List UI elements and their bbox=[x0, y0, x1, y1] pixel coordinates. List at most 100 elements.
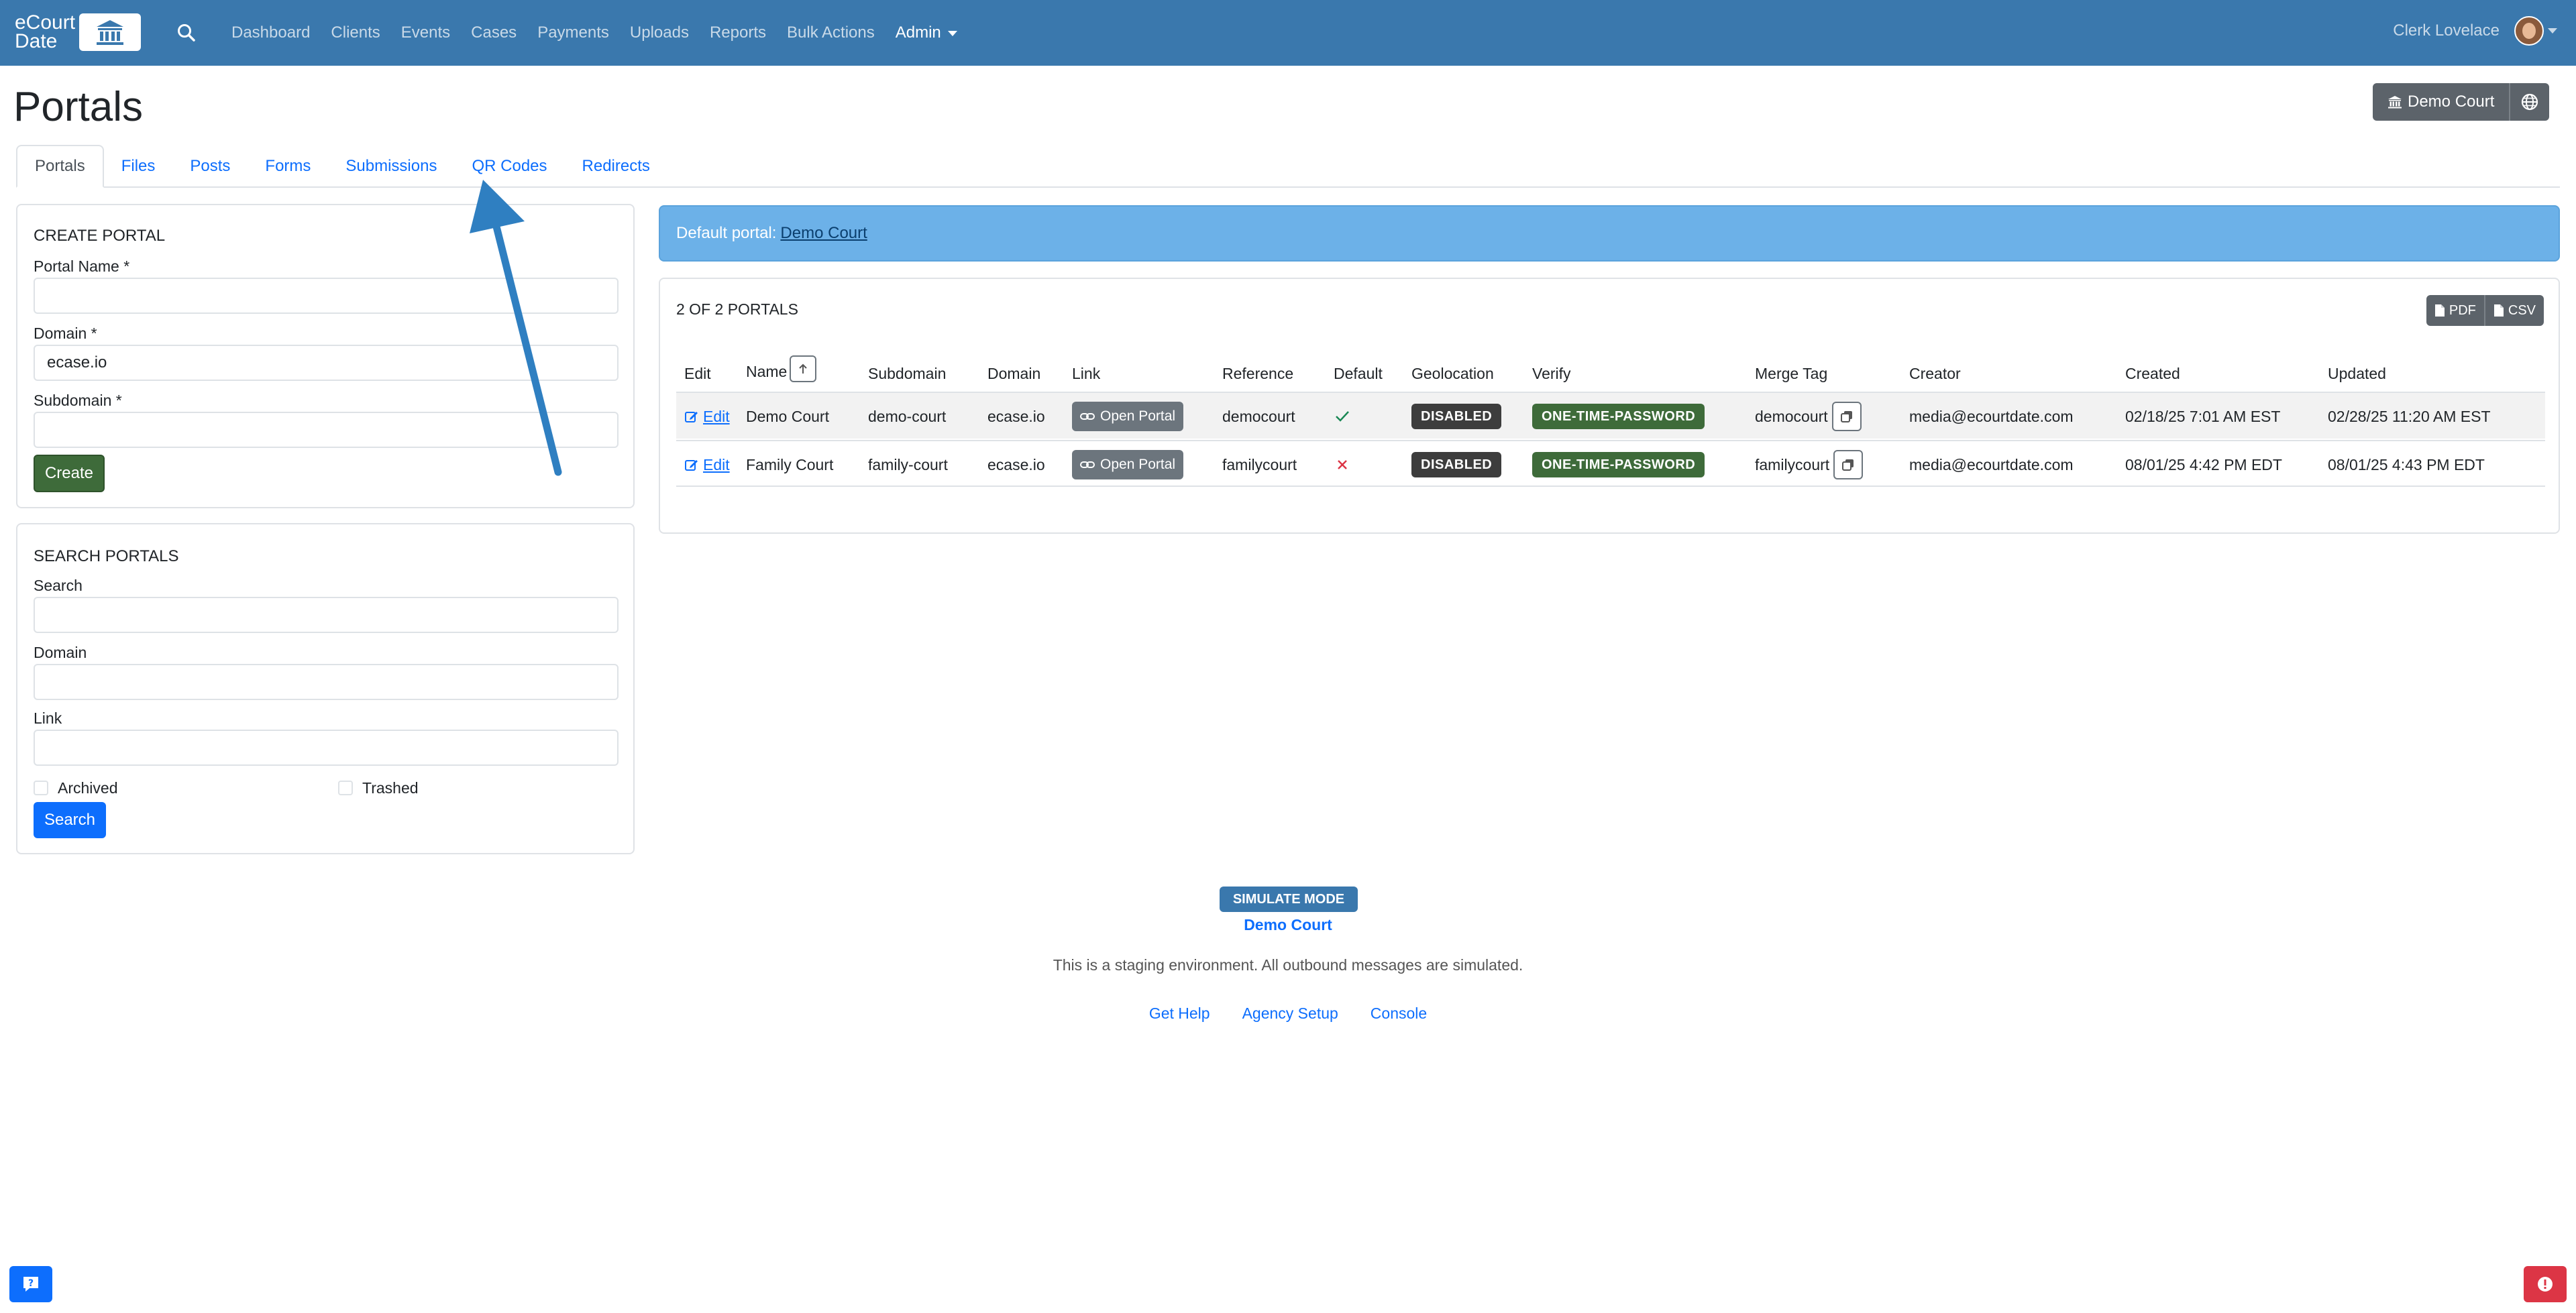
header-subdomain: Subdomain bbox=[868, 365, 947, 382]
subdomain-label: Subdomain * bbox=[34, 392, 122, 409]
header-domain: Domain bbox=[987, 365, 1041, 382]
table-row: Edit Demo Court demo-court ecase.io Open… bbox=[676, 392, 2545, 439]
trashed-checkbox[interactable] bbox=[338, 781, 353, 795]
nav-clients[interactable]: Clients bbox=[331, 23, 380, 42]
create-button[interactable]: Create bbox=[34, 455, 105, 492]
search-portals-title: SEARCH PORTALS bbox=[34, 547, 179, 565]
avatar-face bbox=[2522, 23, 2536, 39]
cell-merge-tag: familycourt bbox=[1755, 441, 1864, 488]
user-menu[interactable]: Clerk Lovelace bbox=[2393, 16, 2557, 46]
svg-text:?: ? bbox=[28, 1278, 34, 1289]
search-input[interactable] bbox=[34, 597, 619, 633]
header-verify: Verify bbox=[1532, 365, 1571, 382]
pdf-export-button[interactable]: PDF bbox=[2426, 295, 2485, 326]
file-csv-icon bbox=[2493, 304, 2504, 317]
header-name-label: Name bbox=[746, 363, 788, 381]
edit-label: Edit bbox=[703, 407, 730, 425]
cell-link: Open Portal bbox=[1072, 393, 1184, 440]
pdf-label: PDF bbox=[2449, 302, 2476, 318]
csv-label: CSV bbox=[2508, 302, 2536, 318]
csv-export-button[interactable]: CSV bbox=[2485, 295, 2544, 326]
nav-links: Dashboard Clients Events Cases Payments … bbox=[231, 0, 978, 66]
domain-label: Domain * bbox=[34, 325, 97, 342]
header-geolocation: Geolocation bbox=[1411, 365, 1494, 382]
brand-logo[interactable]: eCourt Date bbox=[15, 13, 141, 52]
portals-table-card: 2 OF 2 PORTALS PDF CSV Edit Name Subdoma… bbox=[659, 278, 2560, 534]
courthouse-icon bbox=[79, 13, 141, 51]
open-portal-label: Open Portal bbox=[1100, 408, 1176, 424]
create-portal-title: CREATE PORTAL bbox=[34, 227, 166, 245]
nav-cases[interactable]: Cases bbox=[471, 23, 517, 42]
create-portal-card: CREATE PORTAL Portal Name * Domain * eca… bbox=[16, 204, 635, 508]
open-portal-button[interactable]: Open Portal bbox=[1072, 450, 1184, 479]
simulate-mode-badge: SIMULATE MODE bbox=[1220, 887, 1358, 912]
cell-domain: ecase.io bbox=[987, 455, 1045, 473]
nav-dashboard[interactable]: Dashboard bbox=[231, 23, 310, 42]
top-navbar: eCourt Date Dashboard Clients Events Cas… bbox=[0, 0, 2576, 66]
chevron-down-icon bbox=[947, 30, 957, 36]
copy-icon[interactable] bbox=[1833, 450, 1864, 479]
link-input[interactable] bbox=[34, 730, 619, 766]
brand-text: eCourt Date bbox=[15, 13, 79, 52]
edit-label: Edit bbox=[703, 455, 730, 473]
footer-link-get-help[interactable]: Get Help bbox=[1149, 1005, 1210, 1023]
courthouse-icon bbox=[2388, 96, 2402, 109]
domain-input[interactable]: ecase.io bbox=[34, 345, 619, 381]
search-icon[interactable] bbox=[176, 22, 197, 44]
cell-creator: media@ecourtdate.com bbox=[1909, 455, 2074, 473]
nav-payments[interactable]: Payments bbox=[537, 23, 609, 42]
portal-name-input[interactable] bbox=[34, 278, 619, 314]
search-domain-input[interactable] bbox=[34, 664, 619, 700]
subdomain-input[interactable] bbox=[34, 412, 619, 448]
header-name: Name bbox=[746, 355, 817, 386]
open-portal-label: Open Portal bbox=[1100, 457, 1176, 472]
header-created: Created bbox=[2125, 365, 2180, 382]
verify-badge: ONE-TIME-PASSWORD bbox=[1532, 452, 1705, 477]
edit-link[interactable]: Edit bbox=[684, 393, 730, 440]
cell-merge-tag: democourt bbox=[1755, 393, 1862, 440]
footer-link-agency-setup[interactable]: Agency Setup bbox=[1242, 1005, 1338, 1023]
search-domain-label: Domain bbox=[34, 644, 87, 661]
court-button[interactable]: Demo Court bbox=[2373, 83, 2510, 121]
sort-arrow-up-icon[interactable] bbox=[790, 355, 817, 382]
merge-tag-value: familycourt bbox=[1755, 455, 1830, 473]
tab-redirects[interactable]: Redirects bbox=[565, 145, 667, 188]
tab-submissions[interactable]: Submissions bbox=[328, 145, 454, 188]
header-creator: Creator bbox=[1909, 365, 1961, 382]
footer-link-console[interactable]: Console bbox=[1371, 1005, 1427, 1023]
cell-name: Family Court bbox=[746, 455, 834, 473]
tab-forms[interactable]: Forms bbox=[248, 145, 328, 188]
alert-circle-icon[interactable] bbox=[2524, 1266, 2567, 1302]
default-portal-link[interactable]: Demo Court bbox=[780, 224, 867, 243]
cell-geolocation: DISABLED bbox=[1411, 393, 1502, 440]
link-label: Link bbox=[34, 709, 62, 727]
globe-icon[interactable] bbox=[2509, 83, 2550, 121]
footer-links: Get Help Agency Setup Console bbox=[0, 1005, 2576, 1023]
footer-court[interactable]: Demo Court bbox=[0, 916, 2576, 934]
copy-icon[interactable] bbox=[1831, 402, 1862, 431]
cell-created: 02/18/25 7:01 AM EST bbox=[2125, 407, 2281, 425]
archived-checkbox[interactable] bbox=[34, 781, 48, 795]
page-title: Portals bbox=[13, 84, 143, 130]
nav-admin-dropdown[interactable]: Admin bbox=[896, 23, 957, 42]
open-portal-button[interactable]: Open Portal bbox=[1072, 402, 1184, 431]
nav-reports[interactable]: Reports bbox=[710, 23, 766, 42]
nav-bulk-actions[interactable]: Bulk Actions bbox=[787, 23, 875, 42]
header-reference: Reference bbox=[1222, 365, 1294, 382]
nav-uploads[interactable]: Uploads bbox=[630, 23, 689, 42]
avatar bbox=[2514, 16, 2544, 46]
nav-events[interactable]: Events bbox=[401, 23, 450, 42]
cell-subdomain: family-court bbox=[868, 455, 948, 473]
user-name: Clerk Lovelace bbox=[2393, 21, 2500, 40]
tab-qr-codes[interactable]: QR Codes bbox=[454, 145, 564, 188]
help-chat-icon[interactable]: ? bbox=[9, 1266, 52, 1302]
archived-label: Archived bbox=[58, 779, 118, 797]
tab-portals[interactable]: Portals bbox=[16, 145, 104, 188]
edit-link[interactable]: Edit bbox=[684, 441, 730, 488]
tab-posts[interactable]: Posts bbox=[172, 145, 248, 188]
chevron-down-icon bbox=[2548, 28, 2557, 34]
tab-files[interactable]: Files bbox=[104, 145, 173, 188]
link-icon bbox=[1080, 413, 1095, 420]
search-button[interactable]: Search bbox=[34, 802, 106, 838]
merge-tag-value: democourt bbox=[1755, 407, 1828, 425]
